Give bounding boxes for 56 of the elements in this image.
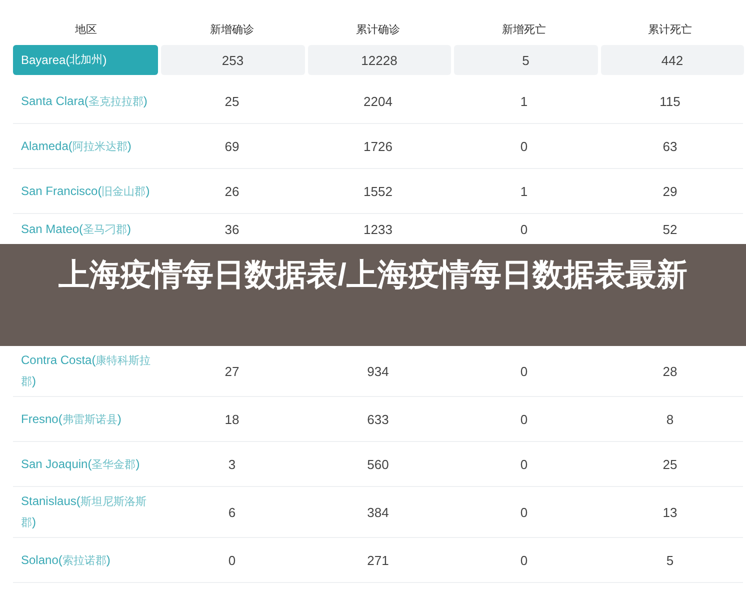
table-cell-text: 0 [519, 410, 529, 428]
table-cell-text: 1552 [362, 182, 394, 200]
table-cell-text: 13 [662, 504, 678, 522]
region-cell[interactable]: Bayarea(北加州) [13, 45, 158, 75]
region-cell[interactable]: Alameda(阿拉米达郡) [13, 132, 159, 160]
table-cell: 5 [454, 45, 598, 75]
table-cell-text: 633 [366, 410, 390, 428]
column-header: 地区 [74, 22, 98, 36]
column-header: 新增死亡 [501, 22, 547, 36]
region-cell[interactable]: San Francisco(旧金山郡) [13, 176, 159, 206]
region-cell[interactable]: Stanislaus(斯坦尼斯洛斯郡) [13, 487, 159, 537]
table-cell-text: 1 [519, 92, 529, 110]
table-cell-text: 0 [519, 362, 529, 380]
table-cell-text: 934 [366, 362, 390, 380]
table-cell-text: 36 [224, 220, 240, 238]
table-cell-text: 69 [224, 138, 240, 156]
table-cell-text: 1233 [362, 220, 394, 238]
region-cell[interactable]: Fresno(弗雷斯诺县) [13, 404, 159, 434]
table-cell-text: 0 [227, 552, 237, 570]
table-cell-text: 115 [658, 92, 682, 110]
table-cell-text: 52 [662, 220, 678, 238]
table-cell-text: 1 [519, 182, 529, 200]
table-cell-text: 0 [519, 504, 529, 522]
table-cell-text: 384 [366, 504, 390, 522]
region-cell[interactable]: San Mateo(圣马刁郡) [13, 214, 159, 244]
table-cell-text: 5 [665, 552, 675, 570]
title-banner: 上海疫情每日数据表/上海疫情每日数据表最新 [0, 244, 746, 346]
table-cell-text: 27 [224, 362, 240, 380]
table-cell-text: 271 [366, 552, 390, 570]
region-cell[interactable]: San Joaquin(圣华金郡) [13, 450, 159, 478]
table-cell-text: 6 [227, 504, 237, 522]
table-cell-text: 8 [665, 410, 675, 428]
table-cell-text: 3 [227, 456, 237, 474]
region-cell[interactable]: Santa Clara(圣克拉拉郡) [13, 86, 159, 116]
table-cell: 12228 [308, 45, 451, 75]
table-cell-text: 0 [519, 220, 529, 238]
table-cell-text: 0 [519, 456, 529, 474]
column-header: 累计确诊 [355, 22, 401, 36]
table-cell-text: 63 [662, 138, 678, 156]
table-cell-text: 29 [662, 182, 678, 200]
table-cell: 442 [600, 45, 744, 75]
table-cell-text: 25 [662, 456, 678, 474]
table-cell-text: 28 [662, 362, 678, 380]
column-header: 新增确诊 [209, 22, 255, 36]
table-cell-text: 18 [224, 410, 240, 428]
column-header: 累计死亡 [647, 22, 693, 36]
region-cell[interactable]: Contra Costa(康特科斯拉郡) [13, 346, 159, 396]
region-cell[interactable]: Solano(索拉诺郡) [13, 546, 159, 574]
table-cell-text: 0 [519, 138, 529, 156]
table-cell-text: 0 [519, 552, 529, 570]
table-cell-text: 2204 [362, 92, 394, 110]
table-cell-text: 560 [366, 456, 390, 474]
table-cell-text: 26 [224, 182, 240, 200]
table-cell-text: 25 [224, 92, 240, 110]
table-cell-text: 1726 [362, 138, 394, 156]
table-cell: 253 [161, 45, 304, 75]
